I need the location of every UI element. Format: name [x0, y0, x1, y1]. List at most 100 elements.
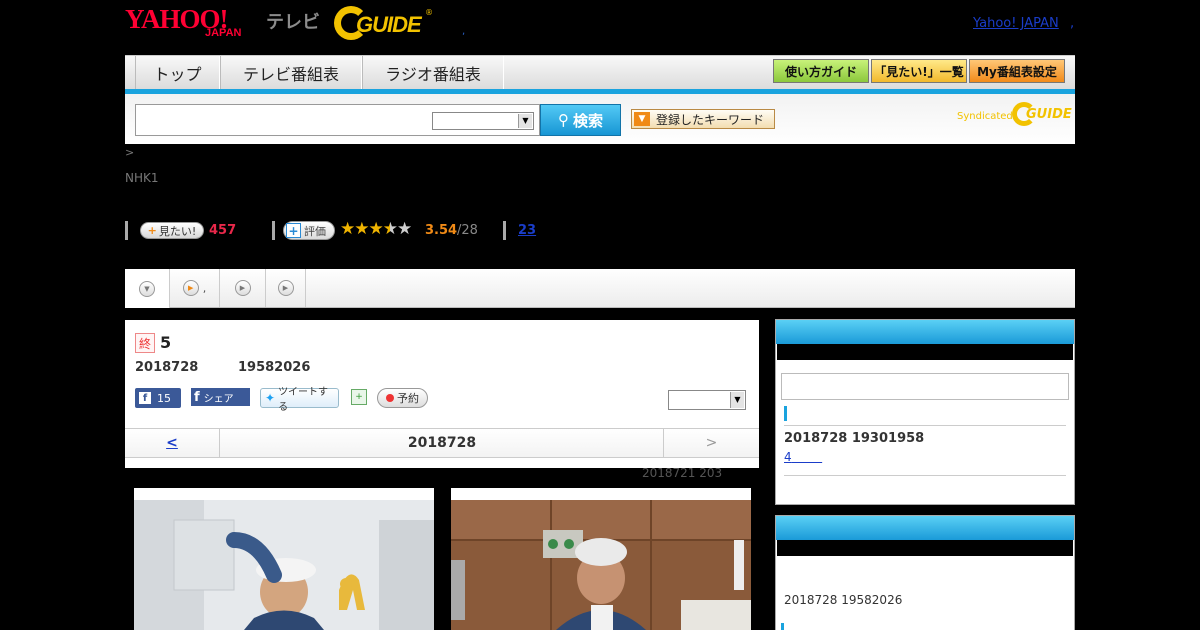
- review-count-link[interactable]: 23: [518, 223, 536, 238]
- gguide-logo[interactable]: GUIDE ®: [334, 6, 434, 40]
- program-photo-image: [451, 500, 751, 630]
- program-detail-panel: 終 5 2018728 19582026 f 15 f シェア ✦ ツイートする…: [125, 320, 759, 468]
- gguide-logo-text: GUIDE: [356, 12, 422, 37]
- tab-2-label: ,: [202, 281, 207, 295]
- tweet-button[interactable]: ✦ ツイートする: [260, 387, 339, 413]
- divider: [784, 425, 1066, 426]
- chevron-down-icon: ▼: [139, 280, 155, 297]
- mitai-list-button[interactable]: 「見たい!」一覧: [871, 59, 967, 83]
- chevron-down-icon: ▼: [518, 114, 532, 128]
- sidebar-airtime: 2018728 19301958: [784, 431, 925, 446]
- reserve-button[interactable]: 予約: [377, 388, 428, 408]
- yahoo-japan-sublogo: JAPAN: [205, 27, 242, 39]
- header-separator: ,: [462, 26, 466, 37]
- tab-program-info[interactable]: ▼: [125, 269, 170, 308]
- saved-keywords-button[interactable]: ▼ 登録したキーワード: [631, 109, 775, 129]
- chevron-down-icon: ▼: [634, 112, 650, 126]
- star-icon: ★: [354, 219, 369, 239]
- episode-title: 5: [160, 333, 172, 352]
- channel-name: NHK1: [125, 171, 159, 185]
- calendar-add-icon[interactable]: +: [351, 389, 367, 405]
- facebook-like-count: 15: [157, 391, 171, 405]
- guide-button[interactable]: 使い方ガイド: [773, 59, 869, 83]
- search-button[interactable]: ⚲ 検索: [540, 104, 621, 136]
- next-episode-link: >: [663, 429, 759, 457]
- gguide-registered-mark: ®: [425, 8, 433, 17]
- tv-logo-label: テレビ: [266, 12, 320, 33]
- search-icon: ⚲: [557, 111, 569, 129]
- mitai-count: 457: [209, 223, 237, 238]
- sidebar-program-link[interactable]: 4: [784, 450, 822, 464]
- detail-option-select[interactable]: ▼: [668, 390, 746, 410]
- stat-divider: [503, 221, 506, 240]
- air-time: 19582026: [238, 360, 311, 375]
- search-area: ▼ ⚲ 検索 ▼ 登録したキーワード Syndicated GUIDE: [125, 94, 1075, 144]
- star-half-icon: ★: [382, 219, 398, 239]
- rate-button-label: 評価: [304, 224, 326, 238]
- facebook-icon: f: [194, 389, 200, 405]
- play-icon: ▶: [277, 280, 294, 296]
- program-photo[interactable]: [134, 488, 434, 630]
- program-photo-image: [134, 500, 434, 630]
- sidebar-schedule-time: 2018728 19582026: [784, 593, 903, 607]
- syndicated-gguide-logo: GUIDE: [1012, 102, 1072, 126]
- facebook-icon: f: [139, 392, 151, 404]
- date-navigation: < 2018728 >: [125, 428, 759, 458]
- tab-3[interactable]: ▶: [220, 269, 266, 307]
- final-episode-badge: 終: [135, 333, 155, 353]
- rating-count: /28: [457, 223, 478, 238]
- search-category-select[interactable]: ▼: [432, 112, 534, 130]
- global-nav: トップ テレビ番組表 ラジオ番組表 使い方ガイド 「見たい!」一覧 My番組表設…: [125, 55, 1075, 90]
- sidebar-box-band: [777, 344, 1073, 360]
- sidebar-box-header: [776, 320, 1074, 344]
- divider: [784, 475, 1066, 476]
- tab-2[interactable]: ▶ ,: [170, 269, 220, 307]
- mitai-button[interactable]: + 見たい!: [140, 222, 204, 239]
- sidebar-box-related: 2018728 19301958 4: [775, 319, 1075, 505]
- my-schedule-button[interactable]: My番組表設定: [969, 59, 1065, 83]
- saved-keywords-label: 登録したキーワード: [656, 112, 765, 127]
- breadcrumb: >: [125, 146, 134, 159]
- program-tabs: ▼ ▶ , ▶ ▶: [125, 269, 1075, 308]
- sidebar-box-header: [776, 516, 1074, 540]
- stat-divider: [272, 221, 275, 240]
- yahoo-japan-link[interactable]: Yahoo! JAPAN: [973, 16, 1059, 31]
- play-icon: ▶: [234, 280, 251, 296]
- page: YAHOO! JAPAN テレビ GUIDE ® , Yahoo! JAPAN …: [0, 0, 1200, 630]
- search-button-label: 検索: [572, 111, 603, 130]
- facebook-like-button[interactable]: f 15: [135, 388, 181, 408]
- rating-average: 3.54: [425, 223, 458, 238]
- play-icon: ▶: [182, 280, 199, 296]
- star-icon: ★: [368, 219, 384, 239]
- nav-tab-top[interactable]: トップ: [135, 56, 220, 90]
- rate-button[interactable]: + 評価: [283, 221, 335, 240]
- update-timestamp: 2018721 203: [642, 466, 723, 480]
- syndicated-logo-text: GUIDE: [1026, 107, 1072, 122]
- nav-tab-tv-schedule[interactable]: テレビ番組表: [220, 56, 362, 90]
- breadcrumb-separator: >: [125, 146, 135, 159]
- reserve-label: 予約: [397, 392, 419, 405]
- nav-tab-radio-schedule[interactable]: ラジオ番組表: [362, 56, 504, 90]
- tweet-label: ツイートする: [278, 387, 329, 413]
- sidebar-section-marker: [784, 406, 787, 421]
- record-dot-icon: [386, 394, 394, 402]
- air-date: 2018728: [135, 360, 199, 375]
- previous-episode-link[interactable]: <: [125, 429, 220, 457]
- chevron-down-icon: ▼: [730, 392, 744, 408]
- mitai-button-label: 見たい!: [158, 224, 197, 238]
- plus-icon: +: [147, 224, 157, 237]
- star-empty-icon: ★: [397, 219, 412, 239]
- sidebar-box-schedule: 2018728 19582026: [775, 515, 1075, 630]
- syndicated-label: Syndicated: [957, 111, 1013, 122]
- header-link-separator: ,: [1070, 16, 1075, 31]
- tab-4[interactable]: ▶: [266, 269, 306, 307]
- sidebar-input[interactable]: [781, 373, 1069, 400]
- facebook-share-label: シェア: [203, 393, 234, 405]
- twitter-bird-icon: ✦: [265, 391, 276, 405]
- sidebar-section-marker: [781, 623, 784, 630]
- stat-divider: [125, 221, 128, 240]
- program-photo[interactable]: [451, 488, 751, 630]
- plus-icon: +: [286, 223, 301, 238]
- current-episode-date: 2018728: [407, 435, 477, 451]
- facebook-share-button[interactable]: f シェア: [191, 388, 250, 406]
